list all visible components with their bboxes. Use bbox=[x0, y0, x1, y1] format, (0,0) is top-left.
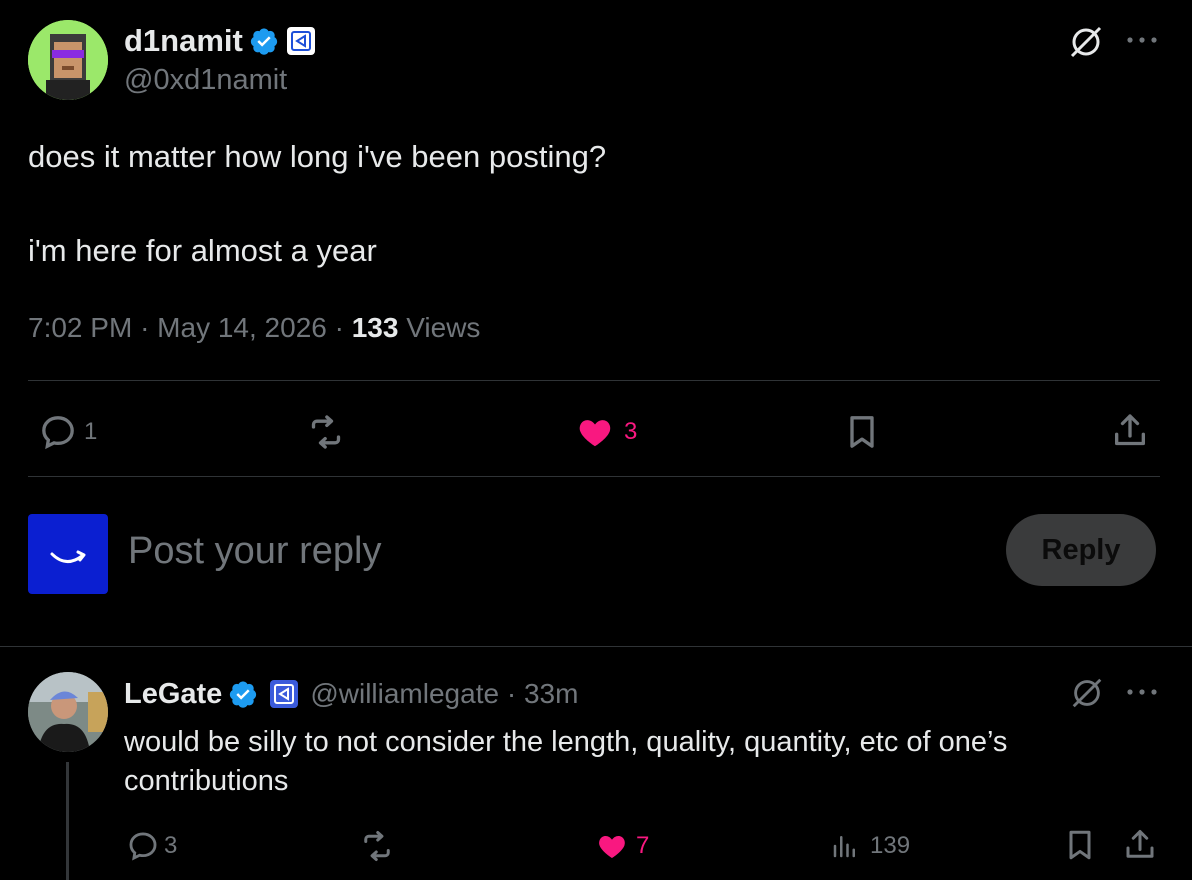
divider-actions bbox=[28, 476, 1160, 477]
author-avatar[interactable] bbox=[28, 20, 108, 100]
thread-line bbox=[66, 762, 69, 880]
reply-author-avatar[interactable] bbox=[28, 672, 108, 752]
author-name[interactable]: d1namit bbox=[124, 23, 243, 59]
post-time[interactable]: 7:02 PM bbox=[28, 312, 132, 343]
views-count: 133 bbox=[351, 312, 399, 343]
post-date[interactable]: May 14, 2026 bbox=[157, 312, 327, 343]
affiliate-badge-icon[interactable] bbox=[286, 27, 315, 55]
grok-icon[interactable] bbox=[1068, 674, 1106, 712]
divider-composer bbox=[0, 646, 1192, 647]
repost-icon[interactable] bbox=[304, 412, 348, 452]
verified-badge-icon bbox=[250, 28, 277, 55]
author-handle[interactable]: @0xd1namit bbox=[124, 64, 287, 97]
post-text-line-1: does it matter how long i've been postin… bbox=[28, 139, 607, 174]
reply-text-line-2: contributions bbox=[124, 765, 289, 797]
reply-reply-count: 3 bbox=[164, 832, 178, 859]
bookmark-icon[interactable] bbox=[842, 410, 882, 454]
reply-button[interactable]: Reply bbox=[1006, 514, 1156, 586]
affiliate-badge-icon[interactable] bbox=[270, 680, 299, 708]
reply-icon bbox=[42, 416, 74, 450]
reply-count: 1 bbox=[84, 418, 98, 445]
more-icon[interactable] bbox=[1124, 686, 1160, 698]
reply-text-line-1: would be silly to not consider the lengt… bbox=[124, 726, 1008, 758]
reply-time[interactable]: 33m bbox=[524, 678, 578, 710]
like-action[interactable]: 3 bbox=[576, 412, 637, 452]
repost-icon[interactable] bbox=[358, 828, 396, 864]
meta-separator: · bbox=[334, 312, 352, 343]
meta-separator: · bbox=[140, 312, 158, 343]
bookmark-icon[interactable] bbox=[1062, 826, 1098, 864]
reply-author-name[interactable]: LeGate bbox=[124, 678, 222, 711]
reply-icon bbox=[129, 832, 157, 861]
reply-views-action[interactable]: 139 bbox=[830, 828, 910, 864]
share-icon[interactable] bbox=[1110, 410, 1150, 452]
grok-icon[interactable] bbox=[1066, 22, 1106, 62]
verified-badge-icon bbox=[230, 681, 257, 708]
reply-input[interactable] bbox=[128, 528, 948, 574]
composer-avatar bbox=[28, 514, 108, 594]
post-text-line-2: i'm here for almost a year bbox=[28, 233, 377, 268]
reply-like-action[interactable]: 7 bbox=[596, 828, 649, 864]
more-icon[interactable] bbox=[1124, 34, 1160, 46]
like-icon bbox=[599, 836, 625, 858]
like-count: 3 bbox=[624, 418, 638, 445]
share-icon[interactable] bbox=[1122, 826, 1158, 864]
reply-like-count: 7 bbox=[636, 832, 650, 859]
views-label: Views bbox=[406, 312, 481, 343]
like-icon bbox=[579, 420, 611, 447]
post-meta: 7:02 PM · May 14, 2026 · 133 Views bbox=[28, 312, 480, 344]
reply-author-handle[interactable]: @williamlegate bbox=[310, 678, 499, 710]
meta-separator: · bbox=[499, 678, 524, 709]
reply-reply-action[interactable]: 3 bbox=[126, 828, 177, 864]
reply-views-count: 139 bbox=[870, 832, 911, 859]
divider-top bbox=[28, 380, 1160, 381]
reply-action[interactable]: 1 bbox=[38, 412, 97, 452]
analytics-icon bbox=[833, 836, 855, 858]
